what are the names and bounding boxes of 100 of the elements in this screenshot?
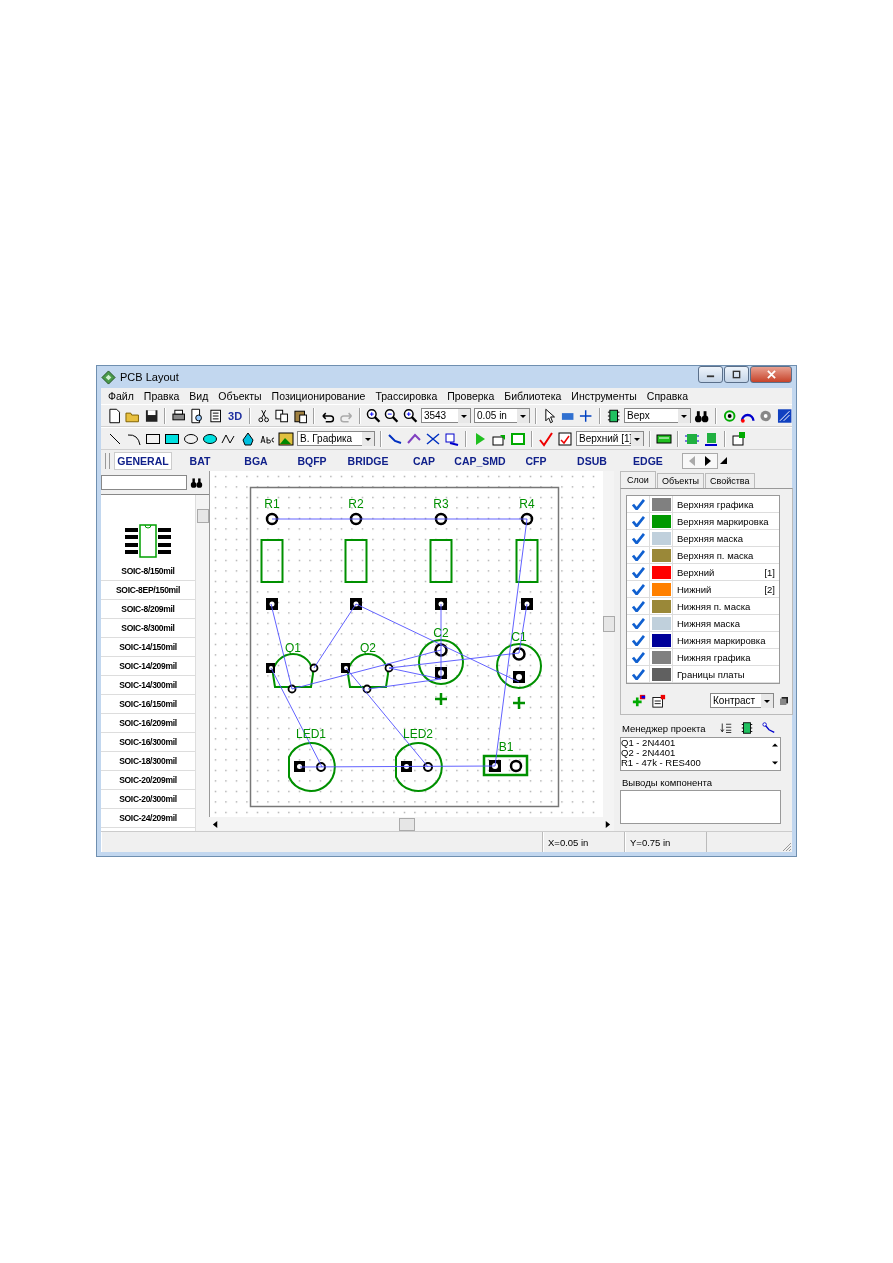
search-field[interactable] [101, 475, 187, 490]
3d-view-button[interactable]: 3D [226, 409, 245, 422]
menu-item[interactable]: Правка [138, 390, 185, 402]
panel-tab[interactable]: Объекты [656, 473, 704, 488]
color-swatch[interactable] [651, 650, 671, 664]
library-tab[interactable]: EDGE [620, 452, 676, 469]
transistor-footprint[interactable] [341, 653, 394, 694]
library-tab[interactable]: CAP_SMD [452, 452, 508, 469]
board-outline-icon[interactable] [510, 430, 526, 447]
polygon-tool-icon[interactable] [240, 430, 256, 447]
layer-row[interactable]: Верхняя маркировка [627, 513, 779, 530]
menu-item[interactable]: Вид [184, 390, 214, 402]
color-swatch[interactable] [651, 582, 671, 596]
pcb-canvas[interactable]: R1 R2 R3 R4 Q1 Q2 C2 C1 LED1 LED2 B1 [209, 471, 603, 817]
color-swatch[interactable] [651, 565, 671, 579]
layer-row[interactable]: Верхняя графика [627, 496, 779, 513]
document-icon[interactable] [207, 407, 224, 424]
save-icon[interactable] [143, 407, 160, 424]
route-settings-icon[interactable] [444, 430, 460, 447]
tab-scroll-buttons[interactable] [682, 452, 718, 469]
scrollbar-thumb[interactable] [399, 817, 415, 831]
checkmark-icon[interactable] [631, 617, 645, 629]
library-tab[interactable]: CFP [508, 452, 564, 469]
footprint-preview[interactable]: SOIC-8/150mil [101, 495, 195, 581]
unroute-icon[interactable] [425, 430, 441, 447]
close-button[interactable] [750, 366, 792, 383]
library-tab[interactable]: GENERAL [114, 451, 172, 470]
zoom-in-icon[interactable] [365, 407, 382, 424]
resistor-footprint[interactable] [429, 512, 453, 610]
checkmark-icon[interactable] [631, 515, 645, 527]
toolbar-combo[interactable]: Верх [624, 408, 692, 423]
checkmark-icon[interactable] [631, 498, 645, 510]
scrollbar[interactable] [209, 817, 614, 831]
new-file-icon[interactable] [107, 407, 123, 424]
menu-item[interactable]: Проверка [442, 390, 500, 402]
checkmark-icon[interactable] [631, 600, 645, 612]
fill-icon[interactable] [776, 407, 792, 424]
layer-row[interactable]: Нижняя графика [627, 649, 779, 666]
copy-icon[interactable] [274, 407, 290, 424]
image-tool-icon[interactable] [278, 430, 294, 447]
toolbar-combo[interactable]: В. Графика [297, 431, 375, 446]
project-item[interactable]: Q2 - 2N4401 [621, 748, 770, 758]
sort-list-icon[interactable] [719, 722, 732, 734]
layer-settings-icon[interactable] [652, 693, 666, 708]
toolbar-combo[interactable]: 0.05 in [473, 408, 530, 423]
component-icon[interactable] [703, 430, 719, 447]
color-swatch[interactable] [651, 497, 671, 511]
resistor-footprint[interactable] [515, 512, 539, 610]
zoom-fit-icon[interactable] [402, 407, 418, 424]
check-report-icon[interactable] [557, 430, 573, 447]
layer-row[interactable]: Верхняя п. маска [627, 547, 779, 564]
color-swatch[interactable] [651, 616, 671, 630]
cut-icon[interactable] [256, 407, 272, 424]
view-mode-combo[interactable]: Контраст [710, 693, 774, 708]
project-item[interactable]: R1 - 47k - RES400 [621, 758, 770, 768]
check-icon[interactable] [538, 430, 554, 447]
toolbar-combo[interactable]: 3543 [420, 408, 471, 423]
chip-icon[interactable] [605, 407, 621, 424]
checkmark-icon[interactable] [631, 634, 645, 646]
library-tab[interactable]: DSUB [564, 452, 620, 469]
menu-item[interactable]: Объекты [213, 390, 267, 402]
scrollbar-thumb[interactable] [603, 616, 615, 632]
battery-footprint[interactable] [482, 754, 529, 777]
maximize-button[interactable] [724, 366, 749, 383]
menu-item[interactable]: Позиционирование [266, 390, 371, 402]
square-icon[interactable] [780, 696, 788, 705]
library-tab[interactable]: CAP [396, 452, 452, 469]
menu-item[interactable]: Файл [103, 390, 139, 402]
binoculars-icon[interactable] [190, 476, 203, 489]
scrollbar[interactable] [195, 495, 209, 831]
layer-row[interactable]: Нижняя маска [627, 615, 779, 632]
chip-icon[interactable] [739, 721, 754, 735]
checkmark-icon[interactable] [631, 566, 645, 578]
library-tab[interactable]: BAT [172, 452, 228, 469]
capacitor-footprint[interactable] [496, 643, 542, 711]
menu-item[interactable]: Справка [641, 390, 694, 402]
menu-item[interactable]: Инструменты [566, 390, 642, 402]
print-preview-icon[interactable] [189, 407, 205, 424]
color-swatch[interactable] [651, 599, 671, 613]
target-icon[interactable] [721, 407, 737, 424]
color-swatch[interactable] [651, 548, 671, 562]
layer-row[interactable]: Нижняя п. маска [627, 598, 779, 615]
add-layer-icon[interactable] [632, 693, 646, 708]
library-tab[interactable]: BRIDGE [340, 452, 396, 469]
transistor-footprint[interactable] [266, 653, 319, 694]
crosshair-icon[interactable] [578, 407, 594, 424]
menu-item[interactable]: Библиотека [499, 390, 567, 402]
color-swatch[interactable] [651, 667, 671, 681]
library-tab[interactable]: BGA [228, 452, 284, 469]
scrollbar[interactable] [603, 471, 614, 817]
capacitor-footprint[interactable] [418, 639, 464, 707]
color-swatch[interactable] [651, 531, 671, 545]
checkmark-icon[interactable] [631, 532, 645, 544]
layer-row[interactable]: Нижний [2] [627, 581, 779, 598]
checkmark-icon[interactable] [631, 549, 645, 561]
resistor-footprint[interactable] [260, 512, 284, 610]
project-item[interactable]: Q1 - 2N4401 [621, 738, 770, 748]
layer-row[interactable]: Нижняя маркировка [627, 632, 779, 649]
color-swatch[interactable] [651, 633, 671, 647]
led-footprint[interactable] [395, 742, 443, 792]
